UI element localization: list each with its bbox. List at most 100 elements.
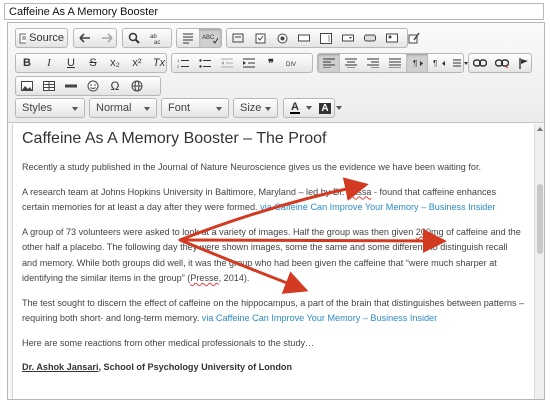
links-group — [468, 53, 532, 73]
unlink-icon — [495, 59, 509, 68]
textarea-button[interactable] — [315, 29, 337, 47]
align-left-button[interactable] — [318, 54, 340, 72]
insert-group: Ω — [15, 76, 161, 96]
post-title-input[interactable] — [4, 3, 544, 20]
redo-icon — [102, 33, 113, 43]
basic-styles-group: B I U S x₂ x² Tx — [15, 53, 167, 73]
svg-text:ac: ac — [154, 40, 160, 44]
select-all-button[interactable] — [177, 29, 199, 47]
source-group: Source — [15, 28, 68, 48]
editor-content-area[interactable]: Caffeine As A Memory Booster – The Proof… — [12, 124, 535, 399]
chevron-down-icon — [336, 106, 342, 110]
bold-button[interactable]: B — [16, 54, 38, 72]
italic-button[interactable]: I — [38, 54, 60, 72]
chevron-down-icon — [306, 106, 312, 110]
format-dropdown[interactable]: Normal — [89, 98, 157, 118]
text-color-button[interactable]: A — [284, 99, 306, 117]
image-icon — [21, 81, 33, 91]
chevron-down-icon — [216, 107, 222, 111]
subscript-button[interactable]: x₂ — [104, 54, 126, 72]
spellcheck-button[interactable]: ABC — [199, 29, 221, 47]
justify-icon — [389, 58, 401, 68]
styles-dropdown[interactable]: Styles — [15, 98, 85, 118]
select-icon — [342, 34, 354, 42]
iframe-button[interactable] — [126, 77, 148, 95]
paragraph-volunteers: A group of 73 volunteers were asked to l… — [22, 225, 525, 287]
bg-color-button[interactable]: A — [314, 99, 336, 117]
special-char-button[interactable]: Ω — [104, 77, 126, 95]
link-button[interactable] — [469, 54, 491, 72]
find-button[interactable] — [123, 29, 145, 47]
svg-text:DIV: DIV — [286, 62, 296, 68]
vertical-scrollbar[interactable] — [534, 124, 544, 399]
image-button[interactable] — [16, 77, 38, 95]
text-span: A group of 73 volunteers were asked to l… — [22, 226, 416, 237]
unlink-button[interactable] — [491, 54, 513, 72]
redo-button[interactable] — [96, 29, 118, 47]
bg-color-label: A — [319, 102, 331, 114]
checkbox-button[interactable] — [249, 29, 271, 47]
create-div-button[interactable]: DIV — [282, 54, 304, 72]
textfield-button[interactable] — [293, 29, 315, 47]
paragraph-research-team: A research team at Johns Hopkins Univers… — [22, 185, 525, 216]
source-link[interactable]: via Caffeine Can Improve Your Memory – B… — [202, 313, 437, 323]
indent-button[interactable] — [238, 54, 260, 72]
horizontal-rule-button[interactable] — [60, 77, 82, 95]
scroll-up-icon[interactable] — [537, 127, 543, 131]
affiliation-text: , School of Psychology University of Lon… — [98, 362, 293, 372]
align-center-button[interactable] — [340, 54, 362, 72]
chevron-down-icon — [72, 107, 78, 111]
checkbox-icon — [255, 33, 265, 43]
text-span: A research team at Johns Hopkins Univers… — [22, 186, 347, 197]
scrollbar-thumb[interactable] — [537, 184, 543, 254]
spellcheck-icon: ABC — [202, 35, 218, 44]
source-link[interactable]: via Caffeine Can Improve Your Memory – B… — [260, 202, 495, 212]
hidden-field-icon — [408, 32, 420, 44]
rtl-button[interactable]: ¶ — [428, 54, 450, 72]
justify-button[interactable] — [384, 54, 406, 72]
table-button[interactable] — [38, 77, 60, 95]
form-button[interactable] — [227, 29, 249, 47]
size-dropdown-label: Size — [240, 102, 262, 114]
remove-format-button[interactable]: Tx — [148, 54, 170, 72]
image-button-icon — [386, 33, 398, 43]
superscript-button[interactable]: x² — [126, 54, 148, 72]
radio-button-tool[interactable] — [271, 29, 293, 47]
undo-button[interactable] — [74, 29, 96, 47]
form-fields-group — [226, 28, 420, 48]
align-center-icon — [345, 58, 357, 68]
smiley-button[interactable] — [82, 77, 104, 95]
article-heading: Caffeine As A Memory Booster – The Proof — [22, 130, 327, 147]
undo-icon — [79, 33, 90, 43]
find-group: ab ac — [122, 28, 172, 48]
image-button-tool[interactable] — [381, 29, 403, 47]
flag-icon — [519, 57, 528, 69]
underline-button[interactable]: U — [60, 54, 82, 72]
select-field-button[interactable] — [337, 29, 359, 47]
bulleted-list-button[interactable] — [194, 54, 216, 72]
paragraph-intro: Recently a study published in the Journa… — [22, 162, 482, 172]
replace-button[interactable]: ab ac — [145, 29, 167, 47]
button-icon — [364, 34, 376, 42]
font-dropdown-label: Font — [168, 102, 191, 114]
font-dropdown[interactable]: Font — [161, 98, 229, 118]
source-button[interactable]: Source — [16, 29, 67, 47]
svg-text:¶: ¶ — [433, 59, 437, 68]
text-color-label: A — [291, 100, 299, 113]
anchor-button[interactable] — [513, 54, 535, 72]
person-name: Dr. Ashok Jansari — [22, 362, 99, 372]
language-icon — [453, 59, 468, 67]
align-right-button[interactable] — [362, 54, 384, 72]
button-field-button[interactable] — [359, 29, 381, 47]
text-color-swatch — [290, 111, 300, 114]
blockquote-button[interactable]: ❞ — [260, 54, 282, 72]
size-dropdown[interactable]: Size — [233, 98, 278, 118]
align-right-icon — [367, 58, 379, 68]
replace-icon: abac — [150, 34, 160, 44]
ltr-button[interactable]: ¶ — [406, 54, 428, 72]
outdent-button[interactable] — [216, 54, 238, 72]
hidden-field-button[interactable] — [403, 29, 425, 47]
text-span: , 2014). — [218, 273, 250, 283]
strikethrough-button[interactable]: S — [82, 54, 104, 72]
numbered-list-button[interactable]: 12 — [172, 54, 194, 72]
